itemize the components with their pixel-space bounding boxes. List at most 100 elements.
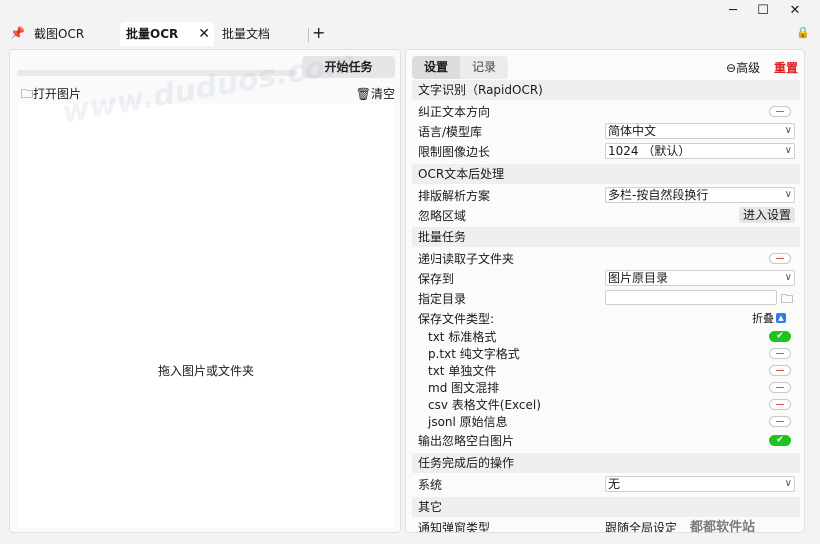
advanced-toggle[interactable]: ⊖高级 [726, 59, 760, 76]
output-blank-toggle[interactable]: ✔ [769, 435, 791, 446]
row-ignore-area: 忽略区域 进入设置 [412, 207, 800, 225]
watermark: 都都软件站 [690, 520, 756, 535]
settings-panel: 设置 记录 ⊖高级 重置 文字识别（RapidOCR) 纠正文本方向 语言/模型… [405, 49, 805, 533]
chevron-down-icon: ∨ [784, 478, 792, 489]
md-toggle[interactable] [769, 382, 791, 393]
minimize-button[interactable]: ─ [718, 2, 748, 20]
clear-label: 清空 [370, 87, 395, 101]
add-tab-button[interactable]: + [312, 22, 325, 44]
row-language: 语言/模型库 简体中文 ∨ [412, 123, 800, 141]
select-value: 图片原目录 [608, 271, 669, 285]
tab-label: 批量文档 [222, 27, 271, 41]
tab-bar: 📌 截图OCR 批量OCR ✕ 批量文档 + 🔒 [0, 22, 820, 46]
chevron-down-icon: ∨ [784, 125, 792, 136]
row-type-csv: csv 表格文件(Excel) [412, 396, 800, 414]
advanced-label: 高级 [736, 61, 761, 75]
row-recursive: 递归读取子文件夹 [412, 250, 800, 268]
row-type-txt-separate: txt 单独文件 [412, 362, 800, 380]
enter-settings-button[interactable]: 进入设置 [739, 207, 795, 223]
check-icon: ✔ [776, 331, 784, 341]
pin-icon[interactable]: 📌 [10, 26, 25, 40]
row-system: 系统 无 ∨ [412, 476, 800, 494]
clear-button[interactable]: 🗑清空 [356, 85, 395, 102]
save-to-select[interactable]: 图片原目录 ∨ [605, 270, 795, 286]
folder-icon[interactable]: 🗀 [781, 290, 793, 308]
collapse-icon[interactable]: ▲ [776, 313, 786, 323]
row-label: 保存文件类型: [418, 312, 495, 326]
check-icon: ✔ [776, 435, 784, 445]
row-label: csv 表格文件(Excel) [428, 398, 541, 412]
section-batch: 批量任务 [412, 227, 800, 247]
title-bar: ─ ☐ ✕ [0, 0, 820, 22]
row-label: txt 单独文件 [428, 364, 497, 378]
row-label: 系统 [418, 478, 443, 492]
tab-separator [308, 28, 309, 42]
section-ocr: 文字识别（RapidOCR) [412, 80, 800, 100]
chevron-down-icon: ∨ [784, 189, 792, 200]
select-value: 1024 （默认） [608, 144, 691, 158]
row-label: 限制图像边长 [418, 145, 491, 159]
tab-label: 批量OCR [126, 27, 179, 41]
recursive-toggle[interactable] [769, 253, 791, 264]
row-limit-edge: 限制图像边长 1024 （默认） ∨ [412, 143, 800, 161]
folder-icon: 🗀 [21, 87, 34, 101]
row-label: txt 标准格式 [428, 330, 497, 344]
close-window-button[interactable]: ✕ [780, 2, 810, 20]
row-label: 忽略区域 [418, 209, 467, 223]
layout-select[interactable]: 多栏-按自然段换行 ∨ [605, 187, 795, 203]
language-select[interactable]: 简体中文 ∨ [605, 123, 795, 139]
section-done: 任务完成后的操作 [412, 453, 800, 473]
tab-batch-docs[interactable]: 批量文档 [216, 22, 306, 46]
ptxt-toggle[interactable] [769, 348, 791, 359]
jsonl-toggle[interactable] [769, 416, 791, 427]
row-type-jsonl: jsonl 原始信息 [412, 413, 800, 431]
tab-batch-ocr[interactable]: 批量OCR ✕ [120, 22, 214, 46]
target-dir-input[interactable] [605, 290, 777, 305]
row-label: 通知弹窗类型 [418, 521, 491, 533]
reset-button[interactable]: 重置 [774, 59, 798, 76]
section-post: OCR文本后处理 [412, 164, 800, 184]
row-correct-direction: 纠正文本方向 [412, 103, 800, 121]
select-value: 简体中文 [608, 124, 657, 138]
row-label: jsonl 原始信息 [428, 415, 508, 429]
minus-circle-icon: ⊖ [726, 61, 737, 75]
row-label: 语言/模型库 [418, 125, 483, 139]
limit-edge-select[interactable]: 1024 （默认） ∨ [605, 143, 795, 159]
row-label: 纠正文本方向 [418, 105, 491, 119]
tab-records[interactable]: 记录 [460, 56, 508, 79]
correct-direction-toggle[interactable] [769, 106, 791, 117]
maximize-button[interactable]: ☐ [748, 2, 778, 20]
select-value: 无 [608, 477, 621, 491]
drop-hint: 拖入图片或文件夹 [157, 364, 254, 378]
tab-settings[interactable]: 设置 [412, 56, 460, 79]
trash-icon: 🗑 [355, 87, 371, 101]
section-other: 其它 [412, 497, 800, 517]
drop-zone[interactable]: 拖入图片或文件夹 [17, 104, 395, 528]
row-output-blank: 输出忽略空白图片 ✔ [412, 432, 800, 450]
lock-icon[interactable]: 🔒 [796, 26, 810, 39]
row-target-dir: 指定目录 🗀 [412, 290, 800, 308]
row-label: 输出忽略空白图片 [418, 434, 515, 448]
row-save-to: 保存到 图片原目录 ∨ [412, 270, 800, 288]
txt-separate-toggle[interactable] [769, 365, 791, 376]
chevron-down-icon: ∨ [784, 272, 792, 283]
row-label: 保存到 [418, 272, 455, 286]
row-label: 递归读取子文件夹 [418, 252, 515, 266]
system-select[interactable]: 无 ∨ [605, 476, 795, 492]
txt-toggle[interactable]: ✔ [769, 331, 791, 342]
tab-label: 截图OCR [34, 27, 85, 41]
row-type-ptxt: p.txt 纯文字格式 [412, 345, 800, 363]
tab-screenshot-ocr[interactable]: 截图OCR [28, 22, 120, 46]
row-type-md: md 图文混排 [412, 379, 800, 397]
csv-toggle[interactable] [769, 399, 791, 410]
chevron-down-icon: ∨ [784, 145, 792, 156]
fold-label[interactable]: 折叠 [752, 310, 774, 328]
row-layout: 排版解析方案 多栏-按自然段换行 ∨ [412, 187, 800, 205]
row-label: md 图文混排 [428, 381, 500, 395]
select-value: 多栏-按自然段换行 [608, 188, 709, 202]
close-icon[interactable]: ✕ [198, 22, 210, 46]
notify-select-value[interactable]: 跟随全局设定 [605, 519, 677, 532]
row-type-txt: txt 标准格式 ✔ [412, 328, 800, 346]
row-label: 排版解析方案 [418, 189, 491, 203]
row-label: 指定目录 [418, 292, 467, 306]
